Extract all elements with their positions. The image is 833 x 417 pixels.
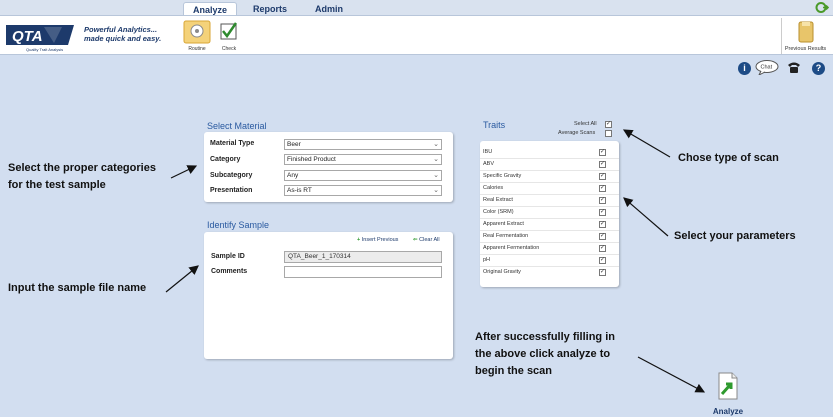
arrow-to-select-material: [170, 165, 198, 179]
previous-results-button[interactable]: Previous Results: [781, 18, 829, 54]
svg-text:Chat: Chat: [761, 65, 773, 71]
trait-row[interactable]: Real Fermentation ✓: [480, 231, 619, 243]
presentation-label: Presentation: [210, 187, 253, 194]
traits-title: Traits: [483, 120, 506, 130]
comments-input[interactable]: [284, 266, 442, 278]
analyze-document-icon: [718, 372, 738, 400]
routine-label: Routine: [188, 46, 206, 52]
trait-row[interactable]: Specific Gravity ✓: [480, 171, 619, 183]
subcategory-label: Subcategory: [210, 172, 253, 179]
arrow-to-analyze: [637, 356, 706, 393]
trait-row[interactable]: ABV ✓: [480, 159, 619, 171]
svg-text:QTA: QTA: [12, 28, 43, 45]
tagline: Powerful Analytics... made quick and eas…: [84, 25, 162, 43]
chevron-down-icon: ⌄: [433, 156, 439, 163]
trait-checkbox[interactable]: ✓: [599, 233, 606, 240]
previous-results-label: Previous Results: [784, 46, 827, 52]
tab-analyze[interactable]: Analyze: [183, 2, 237, 16]
category-select[interactable]: Finished Product ⌄: [284, 154, 442, 165]
chat-icon[interactable]: Chat: [755, 60, 779, 77]
analyze-label: Analyze: [712, 407, 744, 416]
chevron-down-icon: ⌄: [433, 187, 439, 194]
trait-checkbox[interactable]: ✓: [599, 197, 606, 204]
trait-row[interactable]: Original Gravity ✓: [480, 267, 619, 279]
routine-icon: [183, 20, 211, 44]
arrow-to-identify-sample: [165, 265, 199, 293]
category-label: Category: [210, 156, 241, 163]
annotation-parameters: Select your parameters: [674, 230, 796, 242]
analyze-button[interactable]: Analyze: [709, 372, 747, 416]
trait-row[interactable]: Real Extract ✓: [480, 195, 619, 207]
trait-row[interactable]: Apparent Fermentation ✓: [480, 243, 619, 255]
select-all-label: Select All: [574, 121, 597, 127]
trait-checkbox[interactable]: ✓: [599, 185, 606, 192]
plus-icon: +: [357, 237, 361, 243]
checkmark-icon: [220, 22, 238, 40]
annotation-scan-type: Chose type of scan: [678, 152, 779, 164]
identify-sample-title: Identify Sample: [207, 220, 270, 230]
trait-row[interactable]: pH ✓: [480, 255, 619, 267]
material-type-select[interactable]: Beer ⌄: [284, 139, 442, 150]
routine-button[interactable]: Routine: [180, 19, 214, 53]
select-material-panel: Material Type Beer ⌄ Category Finished Pr…: [204, 132, 453, 202]
trait-row[interactable]: Color (SRM) ✓: [480, 207, 619, 219]
tab-admin[interactable]: Admin: [306, 2, 352, 16]
trait-row[interactable]: IBU ✓: [480, 147, 619, 159]
subcategory-select[interactable]: Any ⌄: [284, 170, 442, 181]
help-icon[interactable]: ?: [812, 62, 825, 75]
toolbar: QTA Quality Trait Analysis Powerful Anal…: [0, 15, 833, 55]
select-material-title: Select Material: [207, 121, 267, 131]
check-button[interactable]: Check: [212, 19, 246, 53]
info-icon[interactable]: i: [738, 62, 751, 75]
chevron-down-icon: ⌄: [433, 141, 439, 148]
trait-checkbox[interactable]: ✓: [599, 161, 606, 168]
phone-icon[interactable]: [787, 61, 801, 74]
insert-previous-button[interactable]: + Insert Previous: [357, 237, 398, 243]
trait-row[interactable]: Calories ✓: [480, 183, 619, 195]
arrow-to-scan-options: [622, 129, 671, 158]
trait-checkbox[interactable]: ✓: [599, 149, 606, 156]
trait-checkbox[interactable]: ✓: [599, 221, 606, 228]
exit-icon[interactable]: [815, 1, 829, 14]
annotation-categories: Select the proper categories for the tes…: [8, 162, 156, 191]
sample-id-input[interactable]: QTA_Beer_1_170314: [284, 251, 442, 263]
arrow-icon: ⇐: [413, 237, 418, 243]
trait-checkbox[interactable]: ✓: [599, 257, 606, 264]
trait-checkbox[interactable]: ✓: [599, 245, 606, 252]
average-scans-checkbox[interactable]: [605, 130, 612, 137]
presentation-select[interactable]: As-is RT ⌄: [284, 185, 442, 196]
trait-checkbox[interactable]: ✓: [599, 173, 606, 180]
average-scans-label: Average Scans: [558, 130, 596, 136]
trait-checkbox[interactable]: ✓: [599, 269, 606, 276]
trait-checkbox[interactable]: ✓: [599, 209, 606, 216]
annotation-analyze: After successfully filling in the above …: [475, 331, 615, 377]
traits-panel: IBU ✓ ABV ✓ Specific Gravity ✓ Calories ✓ Re…: [480, 141, 619, 287]
trait-row[interactable]: Apparent Extract ✓: [480, 219, 619, 231]
sample-id-label: Sample ID: [211, 253, 245, 260]
clear-all-button[interactable]: ⇐ Clear All: [413, 237, 440, 243]
chevron-down-icon: ⌄: [433, 172, 439, 179]
folder-icon: [798, 21, 813, 43]
qta-logo: QTA Quality Trait Analysis: [6, 25, 74, 52]
comments-label: Comments: [211, 268, 248, 275]
arrow-to-traits: [623, 197, 669, 237]
material-type-label: Material Type: [210, 140, 255, 147]
tab-reports[interactable]: Reports: [246, 2, 294, 16]
annotation-sample-name: Input the sample file name: [8, 282, 147, 294]
svg-text:Quality Trait Analysis: Quality Trait Analysis: [26, 47, 63, 52]
tab-bar: Analyze Reports Admin: [0, 0, 833, 16]
select-all-checkbox[interactable]: ✓: [605, 121, 612, 128]
check-label: Check: [221, 46, 237, 52]
identify-sample-panel: + Insert Previous ⇐ Clear All Sample ID …: [204, 232, 453, 359]
